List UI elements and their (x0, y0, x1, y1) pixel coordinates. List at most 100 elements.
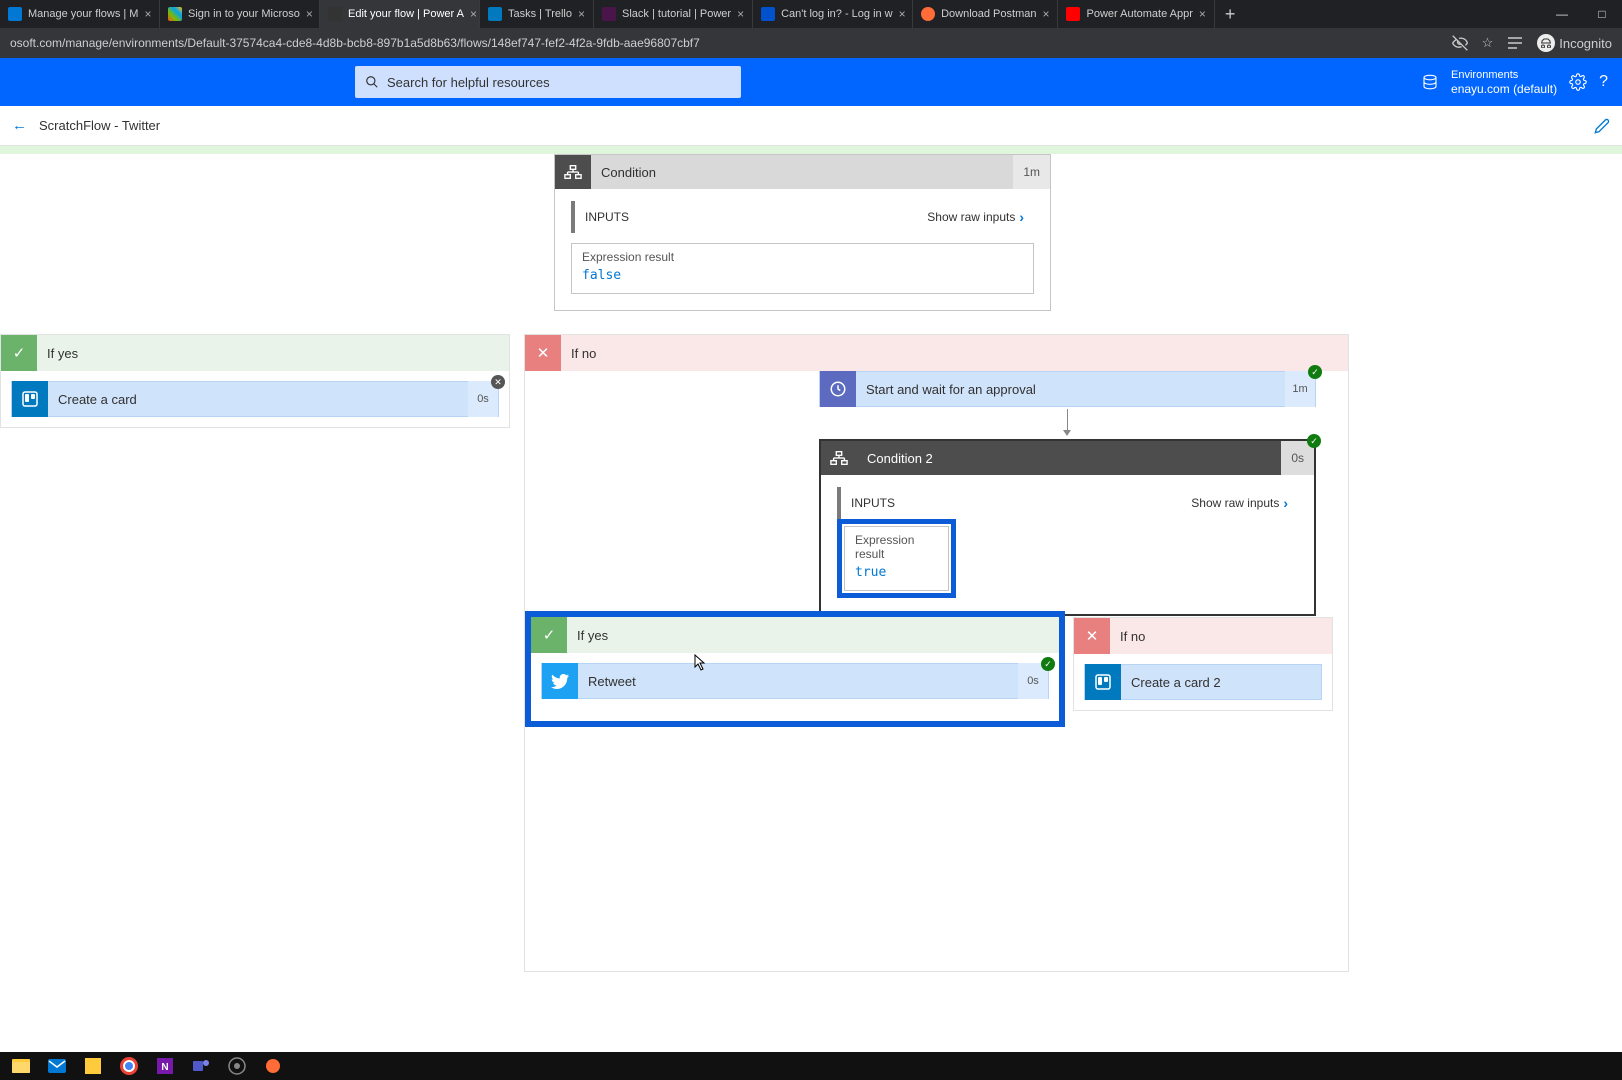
minimize-button[interactable]: — (1542, 7, 1582, 21)
tab-manage-flows[interactable]: Manage your flows | M × (0, 0, 160, 28)
close-icon[interactable]: × (1042, 7, 1049, 21)
app-icon[interactable] (258, 1054, 288, 1078)
tab-trello[interactable]: Tasks | Trello × (480, 0, 594, 28)
app-header: Search for helpful resources Environment… (0, 58, 1622, 106)
action-title: Start and wait for an approval (856, 382, 1285, 397)
close-icon[interactable]: × (578, 7, 585, 21)
approval-icon (820, 371, 856, 407)
create-card-action[interactable]: Create a card 0s ✕ (11, 381, 499, 417)
status-badge-ok: ✓ (1308, 365, 1322, 379)
tab-label: Manage your flows | M (28, 8, 138, 20)
obs-icon[interactable] (222, 1054, 252, 1078)
eye-off-icon[interactable] (1452, 35, 1468, 51)
condition-2-card[interactable]: Condition 2 0s ✓ INPUTS Show raw inputs … (819, 439, 1316, 616)
tab-label: Edit your flow | Power A (348, 8, 464, 20)
condition-1-card[interactable]: Condition 1m INPUTS Show raw inputs › Ex… (554, 154, 1051, 311)
teams-icon[interactable] (186, 1054, 216, 1078)
condition-icon (821, 441, 857, 475)
condition-title: Condition (591, 165, 1013, 180)
tab-atlassian[interactable]: Can't log in? - Log in w × (753, 0, 913, 28)
tab-label: Slack | tutorial | Power (622, 8, 731, 20)
tab-label: Tasks | Trello (508, 8, 572, 20)
action-title: Retweet (578, 674, 1018, 689)
edit-icon[interactable] (1594, 118, 1610, 134)
tab-label: Power Automate Appr (1086, 8, 1192, 20)
close-icon[interactable]: × (737, 7, 744, 21)
reading-list-icon[interactable] (1507, 36, 1523, 50)
notes-icon[interactable] (78, 1054, 108, 1078)
tab-slack[interactable]: Slack | tutorial | Power × (594, 0, 753, 28)
file-explorer-icon[interactable] (6, 1054, 36, 1078)
back-button[interactable]: ← (12, 117, 27, 134)
taskbar[interactable]: N (0, 1052, 1622, 1080)
mail-icon[interactable] (42, 1054, 72, 1078)
show-raw-inputs-link[interactable]: Show raw inputs › (1191, 495, 1288, 511)
tab-label: Sign in to your Microso (188, 8, 300, 20)
highlighted-expression: Expression result true (837, 519, 956, 598)
environment-icon[interactable] (1421, 73, 1439, 91)
search-placeholder: Search for helpful resources (387, 75, 550, 90)
onenote-icon[interactable]: N (150, 1054, 180, 1078)
search-input[interactable]: Search for helpful resources (355, 66, 741, 98)
close-icon[interactable]: × (899, 7, 906, 21)
chevron-right-icon: › (1019, 209, 1024, 225)
tab-edit-flow[interactable]: Edit your flow | Power A × (320, 0, 480, 28)
flow-canvas[interactable]: Condition 1m INPUTS Show raw inputs › Ex… (0, 154, 1622, 1052)
action-title: Create a card (48, 392, 468, 407)
close-icon[interactable]: × (144, 7, 151, 21)
close-icon[interactable]: × (306, 7, 313, 21)
new-tab-button[interactable]: + (1215, 4, 1246, 25)
trello-icon (12, 381, 48, 417)
expression-label: Expression result (855, 533, 938, 561)
create-card-2-action[interactable]: Create a card 2 (1084, 664, 1322, 700)
approval-action[interactable]: Start and wait for an approval 1m ✓ (819, 371, 1316, 407)
incognito-indicator[interactable]: Incognito (1537, 34, 1612, 52)
close-icon[interactable]: × (1199, 7, 1206, 21)
environment-selector[interactable]: Environments enayu.com (default) (1451, 69, 1557, 96)
twitter-icon (542, 663, 578, 699)
branch-title: If yes (567, 628, 618, 643)
status-badge-skip: ✕ (491, 375, 505, 389)
show-raw-inputs-link[interactable]: Show raw inputs › (927, 209, 1024, 225)
tab-label: Download Postman (941, 8, 1036, 20)
if-no-branch-1[interactable]: ✕ If no Start and wait for an approval 1… (524, 334, 1349, 972)
branch-title: If no (561, 346, 606, 361)
window-controls: — □ (1542, 7, 1622, 21)
if-yes-branch-2[interactable]: ✓ If yes Retweet 0s ✓ (525, 611, 1065, 727)
x-icon: ✕ (525, 335, 561, 371)
gear-icon[interactable] (1569, 73, 1587, 91)
close-icon[interactable]: × (470, 7, 477, 21)
branch-title: If no (1110, 629, 1155, 644)
chrome-icon[interactable] (114, 1054, 144, 1078)
condition-duration: 1m (1013, 155, 1050, 189)
url-text[interactable]: osoft.com/manage/environments/Default-37… (10, 36, 1452, 50)
if-no-branch-2[interactable]: ✕ If no Create a card 2 (1073, 617, 1333, 711)
x-icon: ✕ (1074, 618, 1110, 654)
star-icon[interactable]: ☆ (1482, 35, 1494, 51)
tab-label: Can't log in? - Log in w (781, 8, 893, 20)
flow-name: ScratchFlow - Twitter (39, 118, 160, 133)
help-icon[interactable]: ? (1599, 73, 1608, 91)
maximize-button[interactable]: □ (1582, 7, 1622, 21)
arrow-down-icon (1067, 409, 1068, 431)
sub-header: ← ScratchFlow - Twitter (0, 106, 1622, 146)
address-bar: osoft.com/manage/environments/Default-37… (0, 28, 1622, 58)
tab-signin[interactable]: Sign in to your Microso × (160, 0, 320, 28)
tab-youtube[interactable]: Power Automate Appr × (1058, 0, 1214, 28)
incognito-icon (1537, 34, 1555, 52)
condition-title: Condition 2 (857, 451, 1281, 466)
action-title: Create a card 2 (1121, 675, 1321, 690)
branch-title: If yes (37, 346, 88, 361)
check-icon: ✓ (1, 335, 37, 371)
search-icon (365, 75, 379, 89)
browser-tab-strip: Manage your flows | M × Sign in to your … (0, 0, 1622, 28)
if-yes-branch-1[interactable]: ✓ If yes Create a card 0s ✕ (0, 334, 510, 428)
expression-value: false (582, 268, 1023, 283)
expression-label: Expression result (582, 250, 1023, 264)
tab-postman[interactable]: Download Postman × (913, 0, 1058, 28)
retweet-action[interactable]: Retweet 0s ✓ (541, 663, 1049, 699)
expression-value: true (855, 565, 938, 580)
inputs-label: INPUTS (851, 496, 895, 510)
condition-icon (555, 155, 591, 189)
status-badge-ok: ✓ (1307, 434, 1321, 448)
